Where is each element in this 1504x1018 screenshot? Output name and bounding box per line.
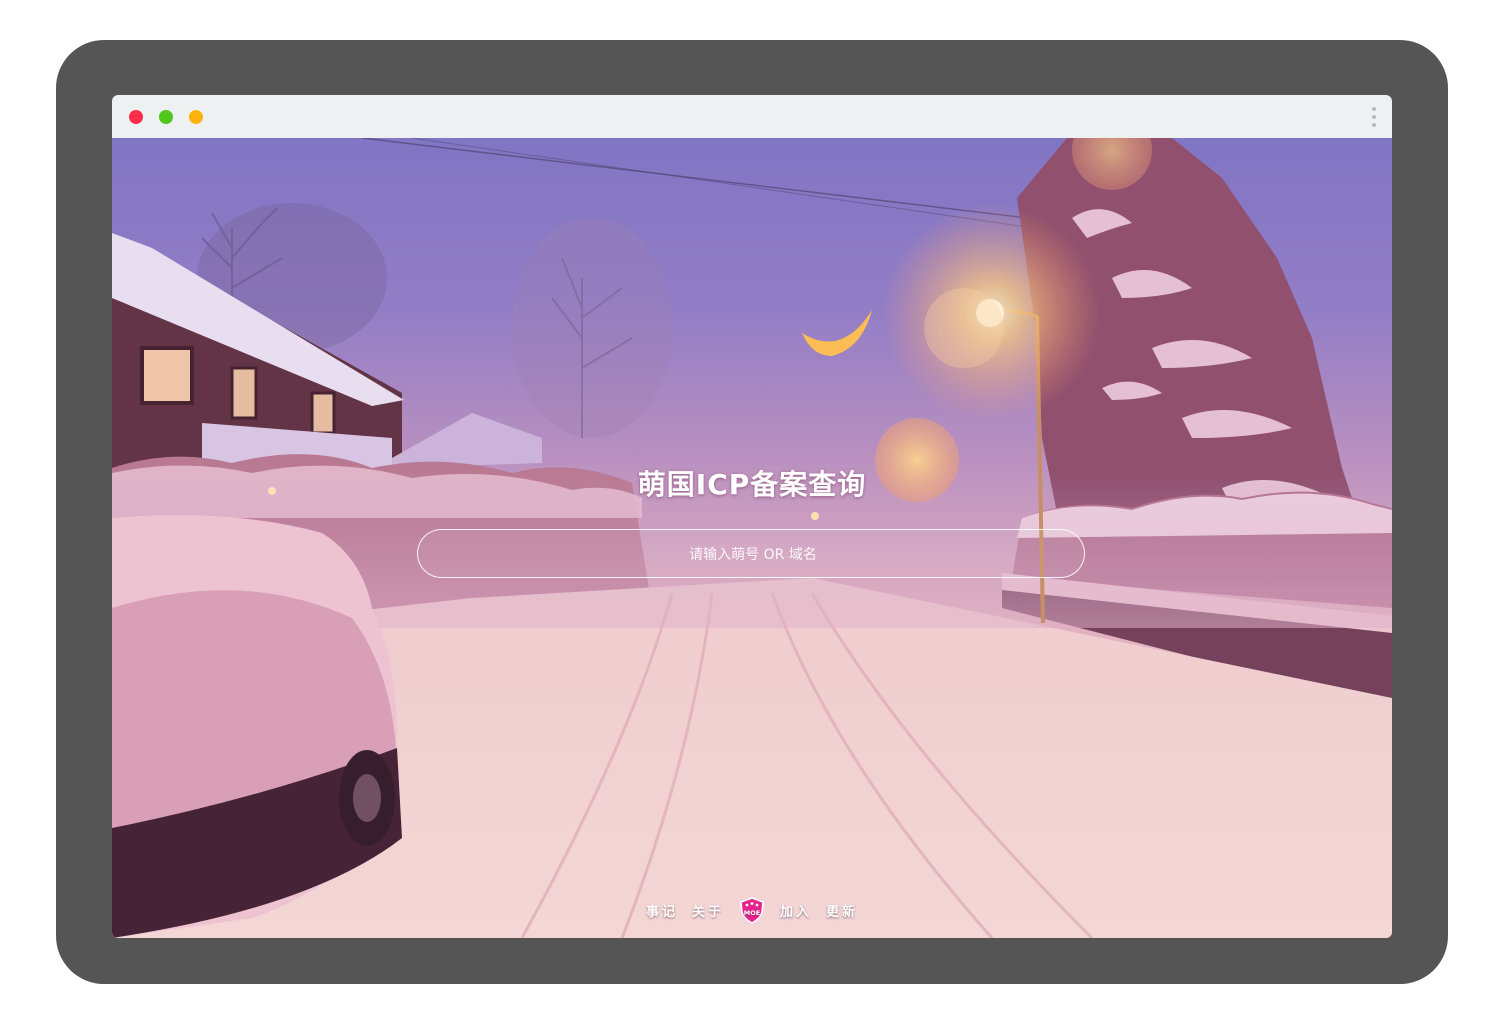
page-title: 萌国ICP备案查询 [637, 468, 867, 501]
page-viewport: 萌国ICP备案查询 事记 关于 MOE 加入 更新 [112, 138, 1392, 938]
browser-titlebar [112, 95, 1392, 138]
footer-link-history[interactable]: 事记 [646, 901, 678, 920]
footer-nav: 事记 关于 MOE 加入 更新 [112, 896, 1392, 924]
kebab-vertical-icon[interactable] [1370, 105, 1378, 129]
moe-badge-text: MOE [744, 909, 760, 917]
footer-link-join[interactable]: 加入 [780, 901, 812, 920]
footer-link-updates[interactable]: 更新 [826, 901, 858, 920]
minimize-window-button[interactable] [189, 110, 203, 124]
search-input[interactable] [418, 530, 1088, 579]
close-window-button[interactable] [129, 110, 143, 124]
footer-link-about[interactable]: 关于 [692, 901, 724, 920]
search-box[interactable] [417, 529, 1088, 579]
browser-window: 萌国ICP备案查询 事记 关于 MOE 加入 更新 [112, 95, 1392, 938]
maximize-window-button[interactable] [159, 110, 173, 124]
moe-shield-badge-icon[interactable]: MOE [738, 896, 766, 924]
